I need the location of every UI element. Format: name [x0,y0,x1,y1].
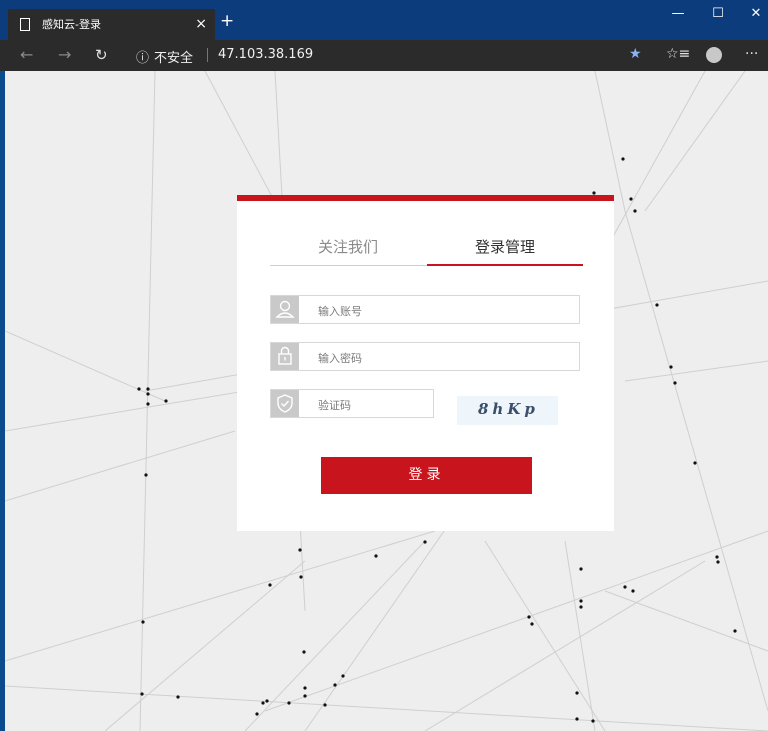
title-bar: 感知云-登录 × + — ☐ ✕ [0,0,768,40]
page-icon [20,18,30,31]
more-menu-icon[interactable]: ··· [745,46,758,62]
address-toolbar: ← → ↻ ⓘ 不安全 47.103.38.169 ★ ☆≡ ··· [0,40,768,71]
maximize-button[interactable]: ☐ [708,6,728,21]
login-card: 关注我们 登录管理 输入账号 输入密码 验证码 8hKp 登录 [237,195,614,531]
captcha-field[interactable]: 验证码 [270,389,434,418]
favorite-star-icon[interactable]: ★ [629,46,642,62]
close-tab-icon[interactable]: × [195,16,207,32]
tab-title: 感知云-登录 [42,18,101,31]
back-button[interactable]: ← [20,45,33,65]
info-icon[interactable]: ⓘ [136,47,149,66]
new-tab-button[interactable]: + [220,12,234,30]
address-divider [207,48,208,62]
reload-button[interactable]: ↻ [95,45,108,65]
forward-button[interactable]: → [58,45,71,65]
browser-window: 感知云-登录 × + — ☐ ✕ ← → ↻ ⓘ 不安全 47.103.38.1… [0,0,768,731]
close-window-button[interactable]: ✕ [746,6,766,21]
security-label[interactable]: 不安全 [154,47,193,66]
account-field[interactable]: 输入账号 [270,295,580,324]
profile-avatar-icon[interactable] [706,47,722,63]
password-placeholder: 输入密码 [318,352,362,365]
minimize-button[interactable]: — [668,6,688,21]
active-tab-indicator [427,264,583,266]
address-url[interactable]: 47.103.38.169 [218,47,313,62]
favorites-list-icon[interactable]: ☆≡ [666,46,690,62]
tab-login-management[interactable]: 登录管理 [427,235,583,259]
captcha-image[interactable]: 8hKp [457,396,558,425]
login-tabs: 关注我们 登录管理 [270,235,583,266]
user-icon [271,296,299,323]
tab-follow-us[interactable]: 关注我们 [270,235,426,259]
captcha-placeholder: 验证码 [318,399,351,412]
login-button[interactable]: 登录 [321,457,532,494]
password-field[interactable]: 输入密码 [270,342,580,371]
account-placeholder: 输入账号 [318,305,362,318]
browser-tab[interactable]: 感知云-登录 × [8,9,215,40]
shield-icon [271,390,299,417]
lock-icon [271,343,299,370]
captcha-text: 8hKp [478,400,539,418]
